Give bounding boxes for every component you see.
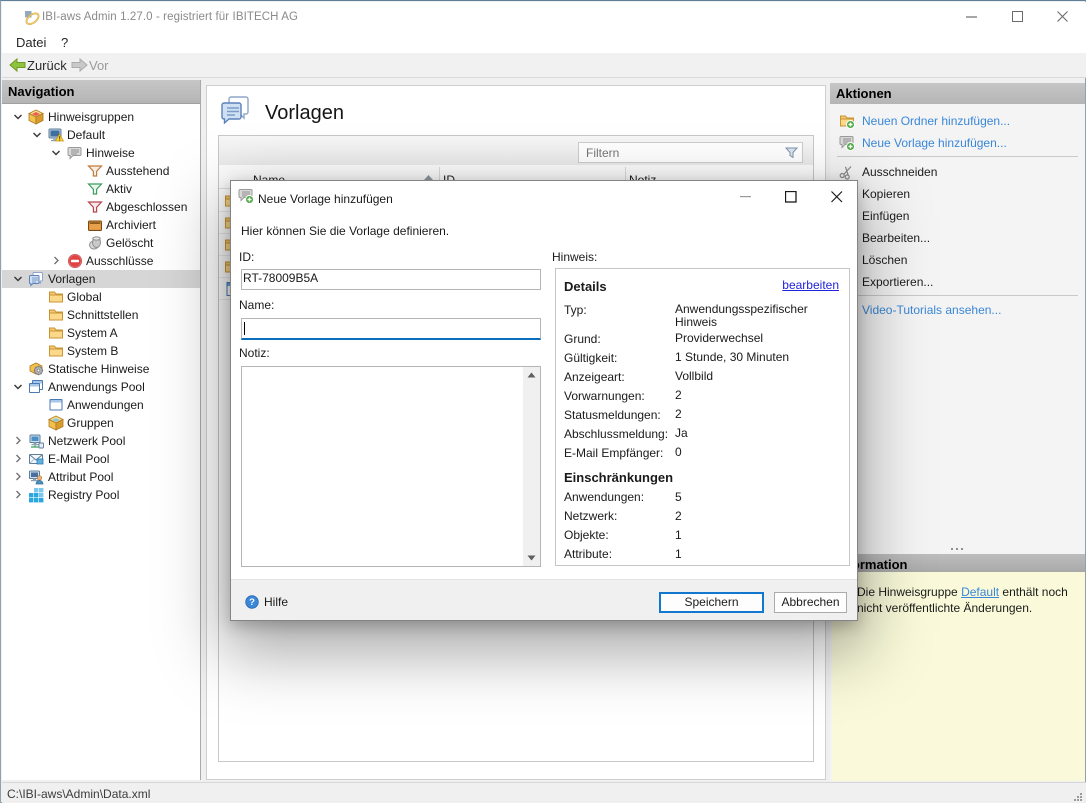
svg-text:?: ?	[249, 597, 255, 608]
